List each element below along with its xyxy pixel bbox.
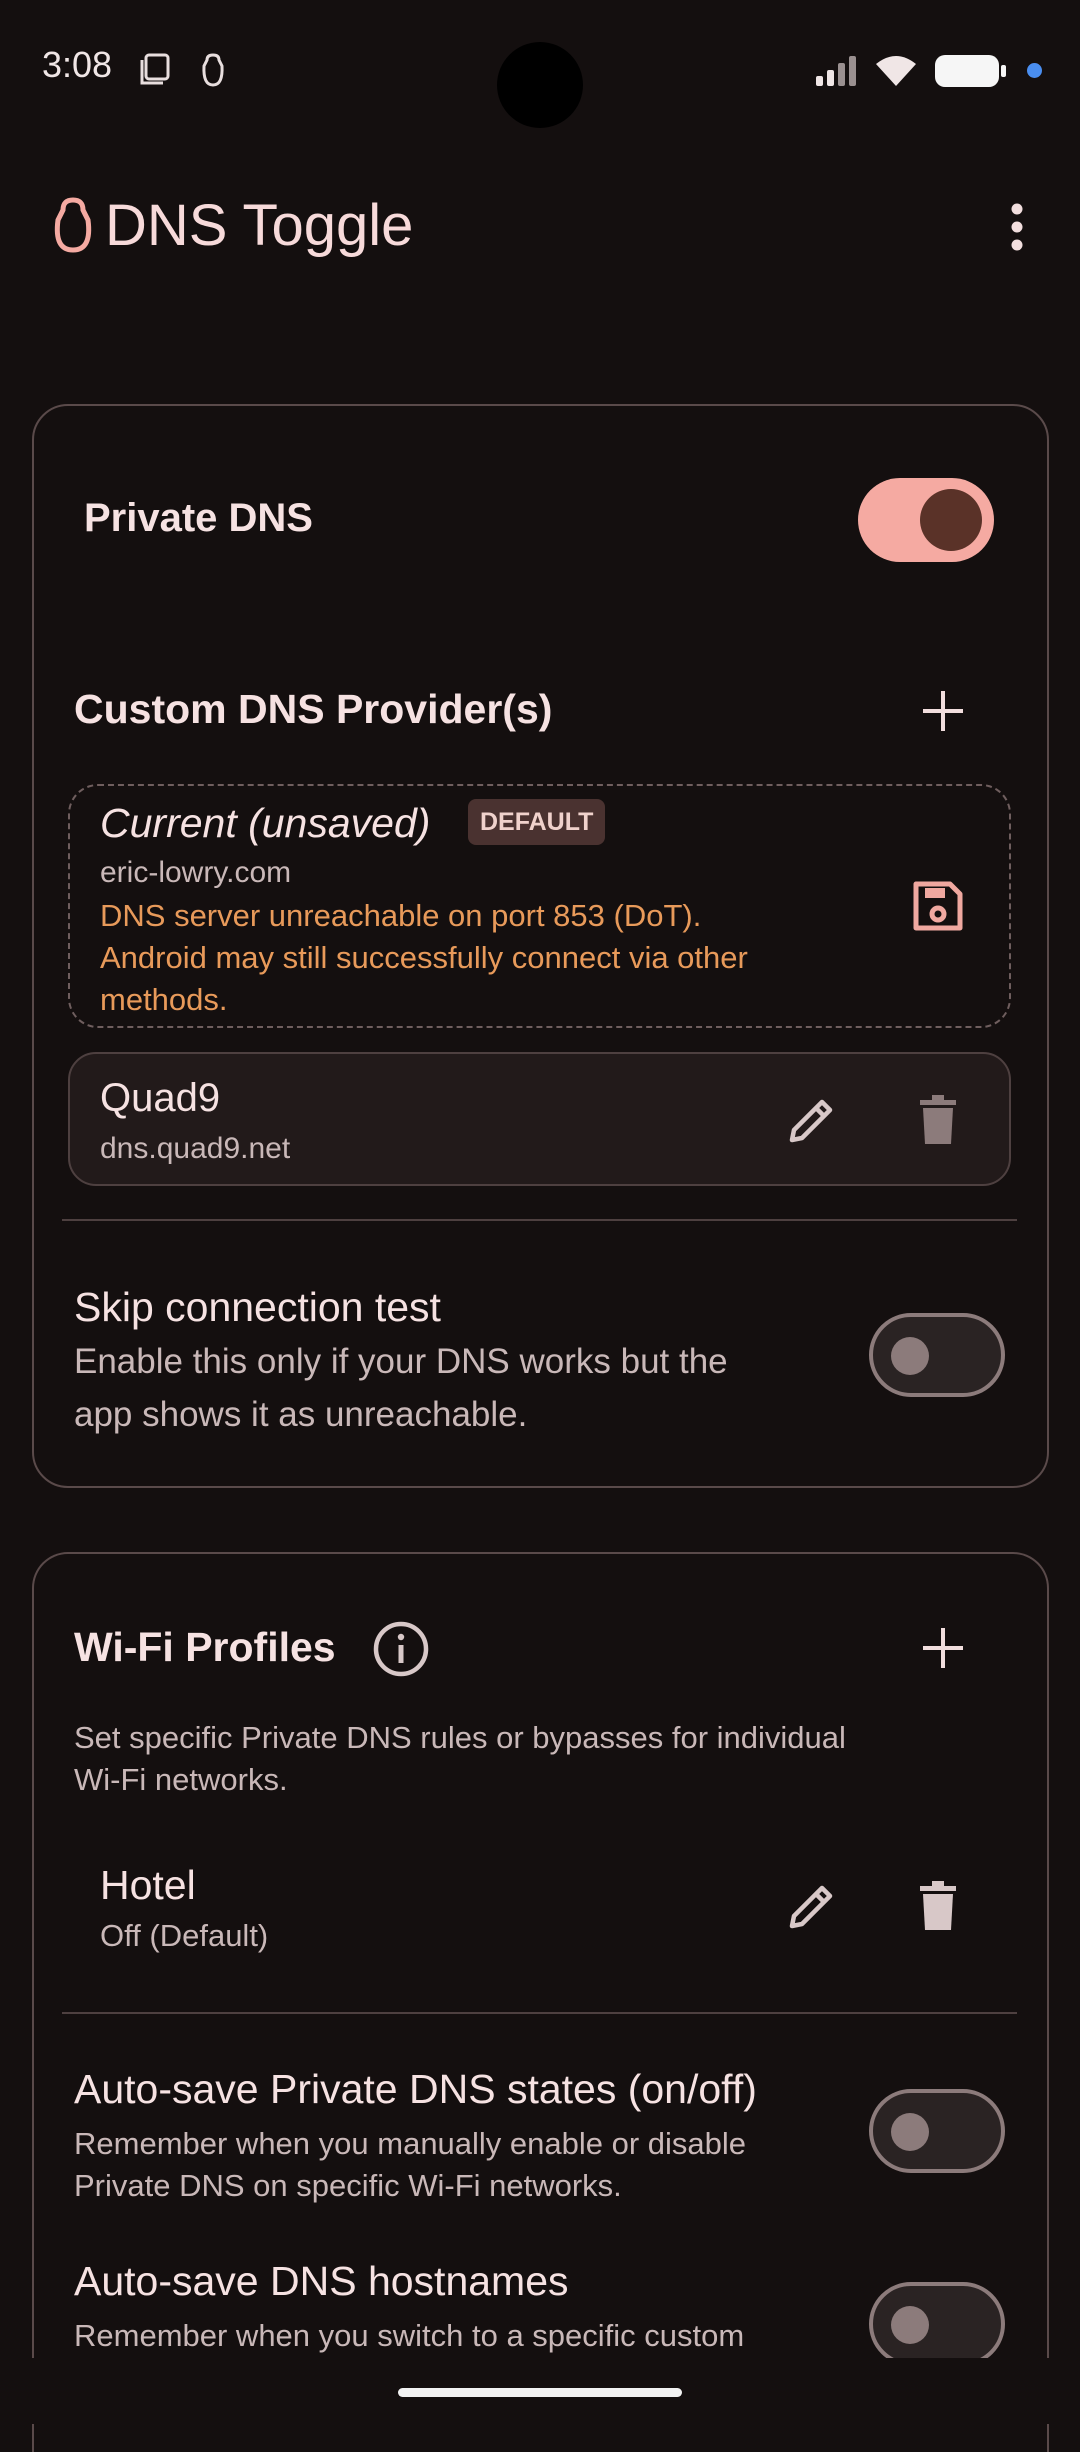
divider — [62, 1219, 1017, 1221]
toggle-knob — [891, 1337, 929, 1375]
skip-test-desc-line-1: Enable this only if your DNS works but t… — [74, 1342, 728, 1381]
autosave-state-title: Auto-save Private DNS states (on/off) — [74, 2066, 757, 2112]
app-logo-icon — [54, 197, 92, 253]
wifi-profile-state: Off (Default) — [100, 1918, 269, 1953]
saved-provider-host: dns.quad9.net — [100, 1132, 291, 1165]
add-provider-icon[interactable] — [920, 688, 966, 734]
skip-test-desc-line-2: app shows it as unreachable. — [74, 1395, 528, 1434]
skip-test-title: Skip connection test — [74, 1284, 441, 1330]
wifi-desc-line-1: Set specific Private DNS rules or bypass… — [74, 1720, 846, 1755]
app-title: DNS Toggle — [105, 193, 414, 258]
autosave-state-toggle[interactable] — [869, 2089, 1005, 2173]
edit-provider-icon[interactable] — [786, 1094, 838, 1146]
edit-wifi-profile-icon[interactable] — [786, 1880, 838, 1932]
wifi-profiles-heading: Wi-Fi Profiles — [74, 1624, 336, 1670]
autosave-host-title: Auto-save DNS hostnames — [74, 2258, 569, 2304]
default-badge: DEFAULT — [468, 799, 606, 845]
wifi-profile-name: Hotel — [100, 1862, 196, 1908]
toggle-knob — [891, 2113, 929, 2151]
toggle-knob — [920, 489, 982, 551]
delete-wifi-profile-icon[interactable] — [916, 1880, 960, 1932]
custom-providers-heading: Custom DNS Provider(s) — [74, 686, 553, 732]
autosave-host-toggle[interactable] — [869, 2282, 1005, 2358]
save-icon[interactable] — [910, 878, 966, 934]
screenshot-notification-icon — [140, 53, 170, 85]
warning-text-line-3: methods. — [100, 982, 228, 1017]
warning-text-line-1: DNS server unreachable on port 853 (DoT)… — [100, 898, 702, 933]
autosave-host-desc-line-1: Remember when you switch to a specific c… — [74, 2318, 745, 2353]
current-provider-title: Current (unsaved) — [100, 800, 431, 846]
current-provider-host: eric-lowry.com — [100, 856, 292, 889]
info-icon[interactable] — [372, 1620, 430, 1678]
battery-icon — [935, 55, 1006, 87]
toggle-knob — [891, 2306, 929, 2344]
add-wifi-profile-icon[interactable] — [920, 1625, 966, 1671]
autosave-state-desc-line-1: Remember when you manually enable or dis… — [74, 2126, 747, 2161]
divider — [62, 2012, 1017, 2014]
camera-cutout — [497, 42, 583, 128]
status-bar: 3:08 — [0, 0, 1080, 140]
more-options-icon[interactable] — [1000, 200, 1034, 256]
notification-dot — [1027, 63, 1042, 78]
private-dns-label: Private DNS — [84, 496, 313, 540]
warning-text-line-2: Android may still successfully connect v… — [100, 940, 748, 975]
delete-provider-icon[interactable] — [916, 1094, 960, 1146]
wifi-desc-line-2: Wi-Fi networks. — [74, 1762, 288, 1797]
autosave-state-desc-line-2: Private DNS on specific Wi-Fi networks. — [74, 2168, 622, 2203]
wifi-icon — [876, 56, 916, 86]
private-dns-toggle[interactable] — [858, 478, 994, 562]
app-notification-icon — [202, 53, 224, 87]
autosave-host-row: Auto-save DNS hostnames Remember when yo… — [0, 2240, 1080, 2358]
saved-provider-name: Quad9 — [100, 1076, 221, 1120]
status-time: 3:08 — [42, 44, 113, 85]
home-gesture-handle[interactable] — [398, 2388, 682, 2397]
skip-test-toggle[interactable] — [869, 1313, 1005, 1397]
cellular-signal-icon — [816, 56, 856, 86]
